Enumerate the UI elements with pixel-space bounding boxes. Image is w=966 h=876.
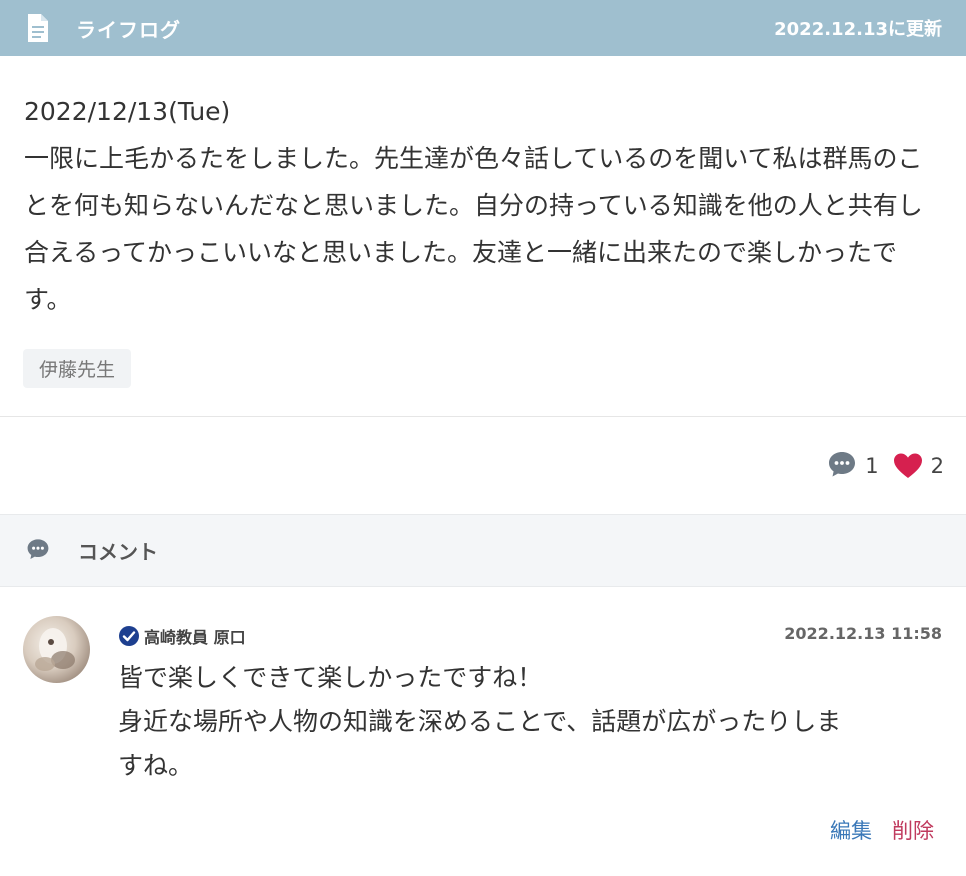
comment-line: 皆で楽しくできて楽しかったですね！	[118, 663, 543, 692]
comment-author-name[interactable]: 高崎教員 原口	[144, 624, 246, 648]
page-title: ライフログ	[76, 17, 181, 42]
comment-body: 皆で楽しくできて楽しかったですね！ 身近な場所や人物の知識を深めることで、話題が…	[118, 656, 938, 788]
verified-check-icon	[118, 625, 140, 647]
comment-count: 1	[865, 454, 879, 478]
comment-bubble-icon	[26, 537, 50, 565]
updated-date: 2022.12.13に更新	[774, 19, 942, 40]
comments-section-header: コメント	[0, 514, 966, 587]
avatar[interactable]	[23, 616, 90, 683]
reactions-bar: 1 2	[827, 448, 944, 484]
teacher-tag[interactable]: 伊藤先生	[23, 349, 132, 388]
like-count: 2	[930, 454, 944, 478]
edit-button[interactable]: 編集	[830, 815, 872, 845]
comment-line: すね。	[118, 751, 194, 780]
comment-bubble-icon[interactable]	[827, 449, 857, 484]
delete-button[interactable]: 削除	[892, 815, 934, 845]
teacher-tag-label: 伊藤先生	[39, 359, 116, 381]
post-content: 2022/12/13(Tue) 一限に上毛かるたをしました。先生達が色々話してい…	[24, 88, 934, 323]
divider	[0, 416, 966, 417]
comment-actions: 編集 削除	[830, 815, 934, 845]
comment-author: 高崎教員 原口	[118, 624, 246, 648]
heart-icon[interactable]	[893, 452, 923, 480]
post-date: 2022/12/13(Tue)	[24, 97, 231, 126]
comment-timestamp: 2022.12.13 11:58	[784, 624, 942, 643]
comment-line: 身近な場所や人物の知識を深めることで、話題が広がったりしま	[118, 707, 842, 736]
post-body: 一限に上毛かるたをしました。先生達が色々話しているのを聞いて私は群馬のことを何も…	[24, 144, 923, 314]
document-icon	[26, 12, 54, 44]
lifelog-header: ライフログ 2022.12.13に更新	[0, 0, 966, 56]
comments-section-label: コメント	[78, 540, 158, 564]
